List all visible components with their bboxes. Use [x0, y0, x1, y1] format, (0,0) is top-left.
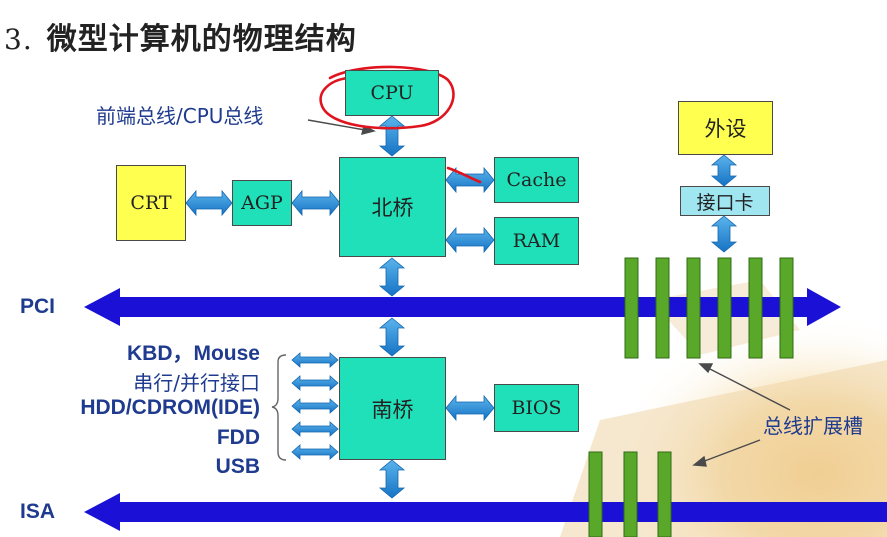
agp-north-arrow: [291, 189, 341, 217]
pci-label: PCI: [20, 295, 56, 318]
slots-pointer-line-upper: [707, 367, 791, 411]
bios-label: BIOS: [511, 397, 562, 419]
south-isa-arrow: [378, 459, 406, 499]
north-ram-arrow: [445, 226, 495, 254]
peripheral-box: 外设: [678, 101, 773, 155]
io-arrow-kbd: [291, 352, 339, 368]
north-pci-arrow: [378, 257, 406, 297]
north-bridge-label: 北桥: [371, 196, 414, 220]
agp-label: AGP: [241, 192, 283, 214]
north-cache-arrow: [445, 166, 495, 194]
isa-slot: [588, 451, 603, 537]
cpu-label: CPU: [370, 82, 414, 104]
pci-slot: [655, 257, 670, 359]
peripheral-card-arrow: [710, 154, 738, 187]
crt-box: CRT: [116, 165, 186, 241]
pci-slot: [624, 257, 639, 359]
io-usb-label: USB: [215, 455, 260, 478]
io-arrow-serial: [291, 375, 339, 391]
isa-label: ISA: [20, 500, 56, 523]
south-bridge-box: 南桥: [339, 357, 446, 460]
slots-pointer-head-upper: [698, 363, 714, 374]
pci-south-arrow: [378, 317, 406, 357]
isa-slot: [657, 451, 672, 537]
fsb-label: 前端总线/CPU总线: [96, 104, 264, 128]
io-arrow-usb: [291, 444, 339, 460]
south-bios-arrow: [445, 394, 495, 422]
crt-agp-arrow: [185, 189, 233, 217]
slots-pointer-line-lower: [701, 439, 761, 463]
south-bridge-label: 南桥: [371, 397, 414, 422]
north-bridge-box: 北桥: [339, 157, 446, 257]
io-arrow-fdd: [291, 421, 339, 437]
card-slot-arrow: [710, 215, 738, 253]
io-serial-parallel-label: 串行/并行接口: [133, 371, 260, 395]
io-arrow-hdd: [291, 398, 339, 414]
io-kbd-mouse-label: KBD，Mouse: [126, 342, 260, 365]
slots-pointer-head-lower: [692, 455, 707, 467]
crt-label: CRT: [130, 192, 172, 214]
expansion-slots-label: 总线扩展槽: [763, 414, 863, 438]
cache-box: Cache: [494, 157, 579, 203]
bios-box: BIOS: [494, 384, 579, 432]
cpu-box: CPU: [345, 70, 439, 116]
cache-label: Cache: [506, 169, 567, 191]
io-hdd-cdrom-label: HDD/CDROM(IDE): [80, 396, 260, 419]
cpu-north-arrow: [378, 115, 406, 157]
ram-label: RAM: [512, 230, 561, 252]
interface-card-box: 接口卡: [680, 186, 770, 216]
agp-box: AGP: [232, 180, 292, 226]
ram-box: RAM: [494, 217, 579, 265]
pci-slot: [779, 257, 794, 359]
pci-slot: [748, 257, 763, 359]
io-fdd-label: FDD: [216, 426, 260, 449]
isa-slot: [623, 451, 638, 537]
pci-slot: [686, 257, 701, 359]
pci-slot: [717, 257, 732, 359]
io-brace: [271, 354, 287, 461]
peripheral-label: 外设: [704, 117, 747, 141]
isa-bus-arrow: [84, 493, 887, 531]
interface-card-label: 接口卡: [696, 191, 754, 214]
